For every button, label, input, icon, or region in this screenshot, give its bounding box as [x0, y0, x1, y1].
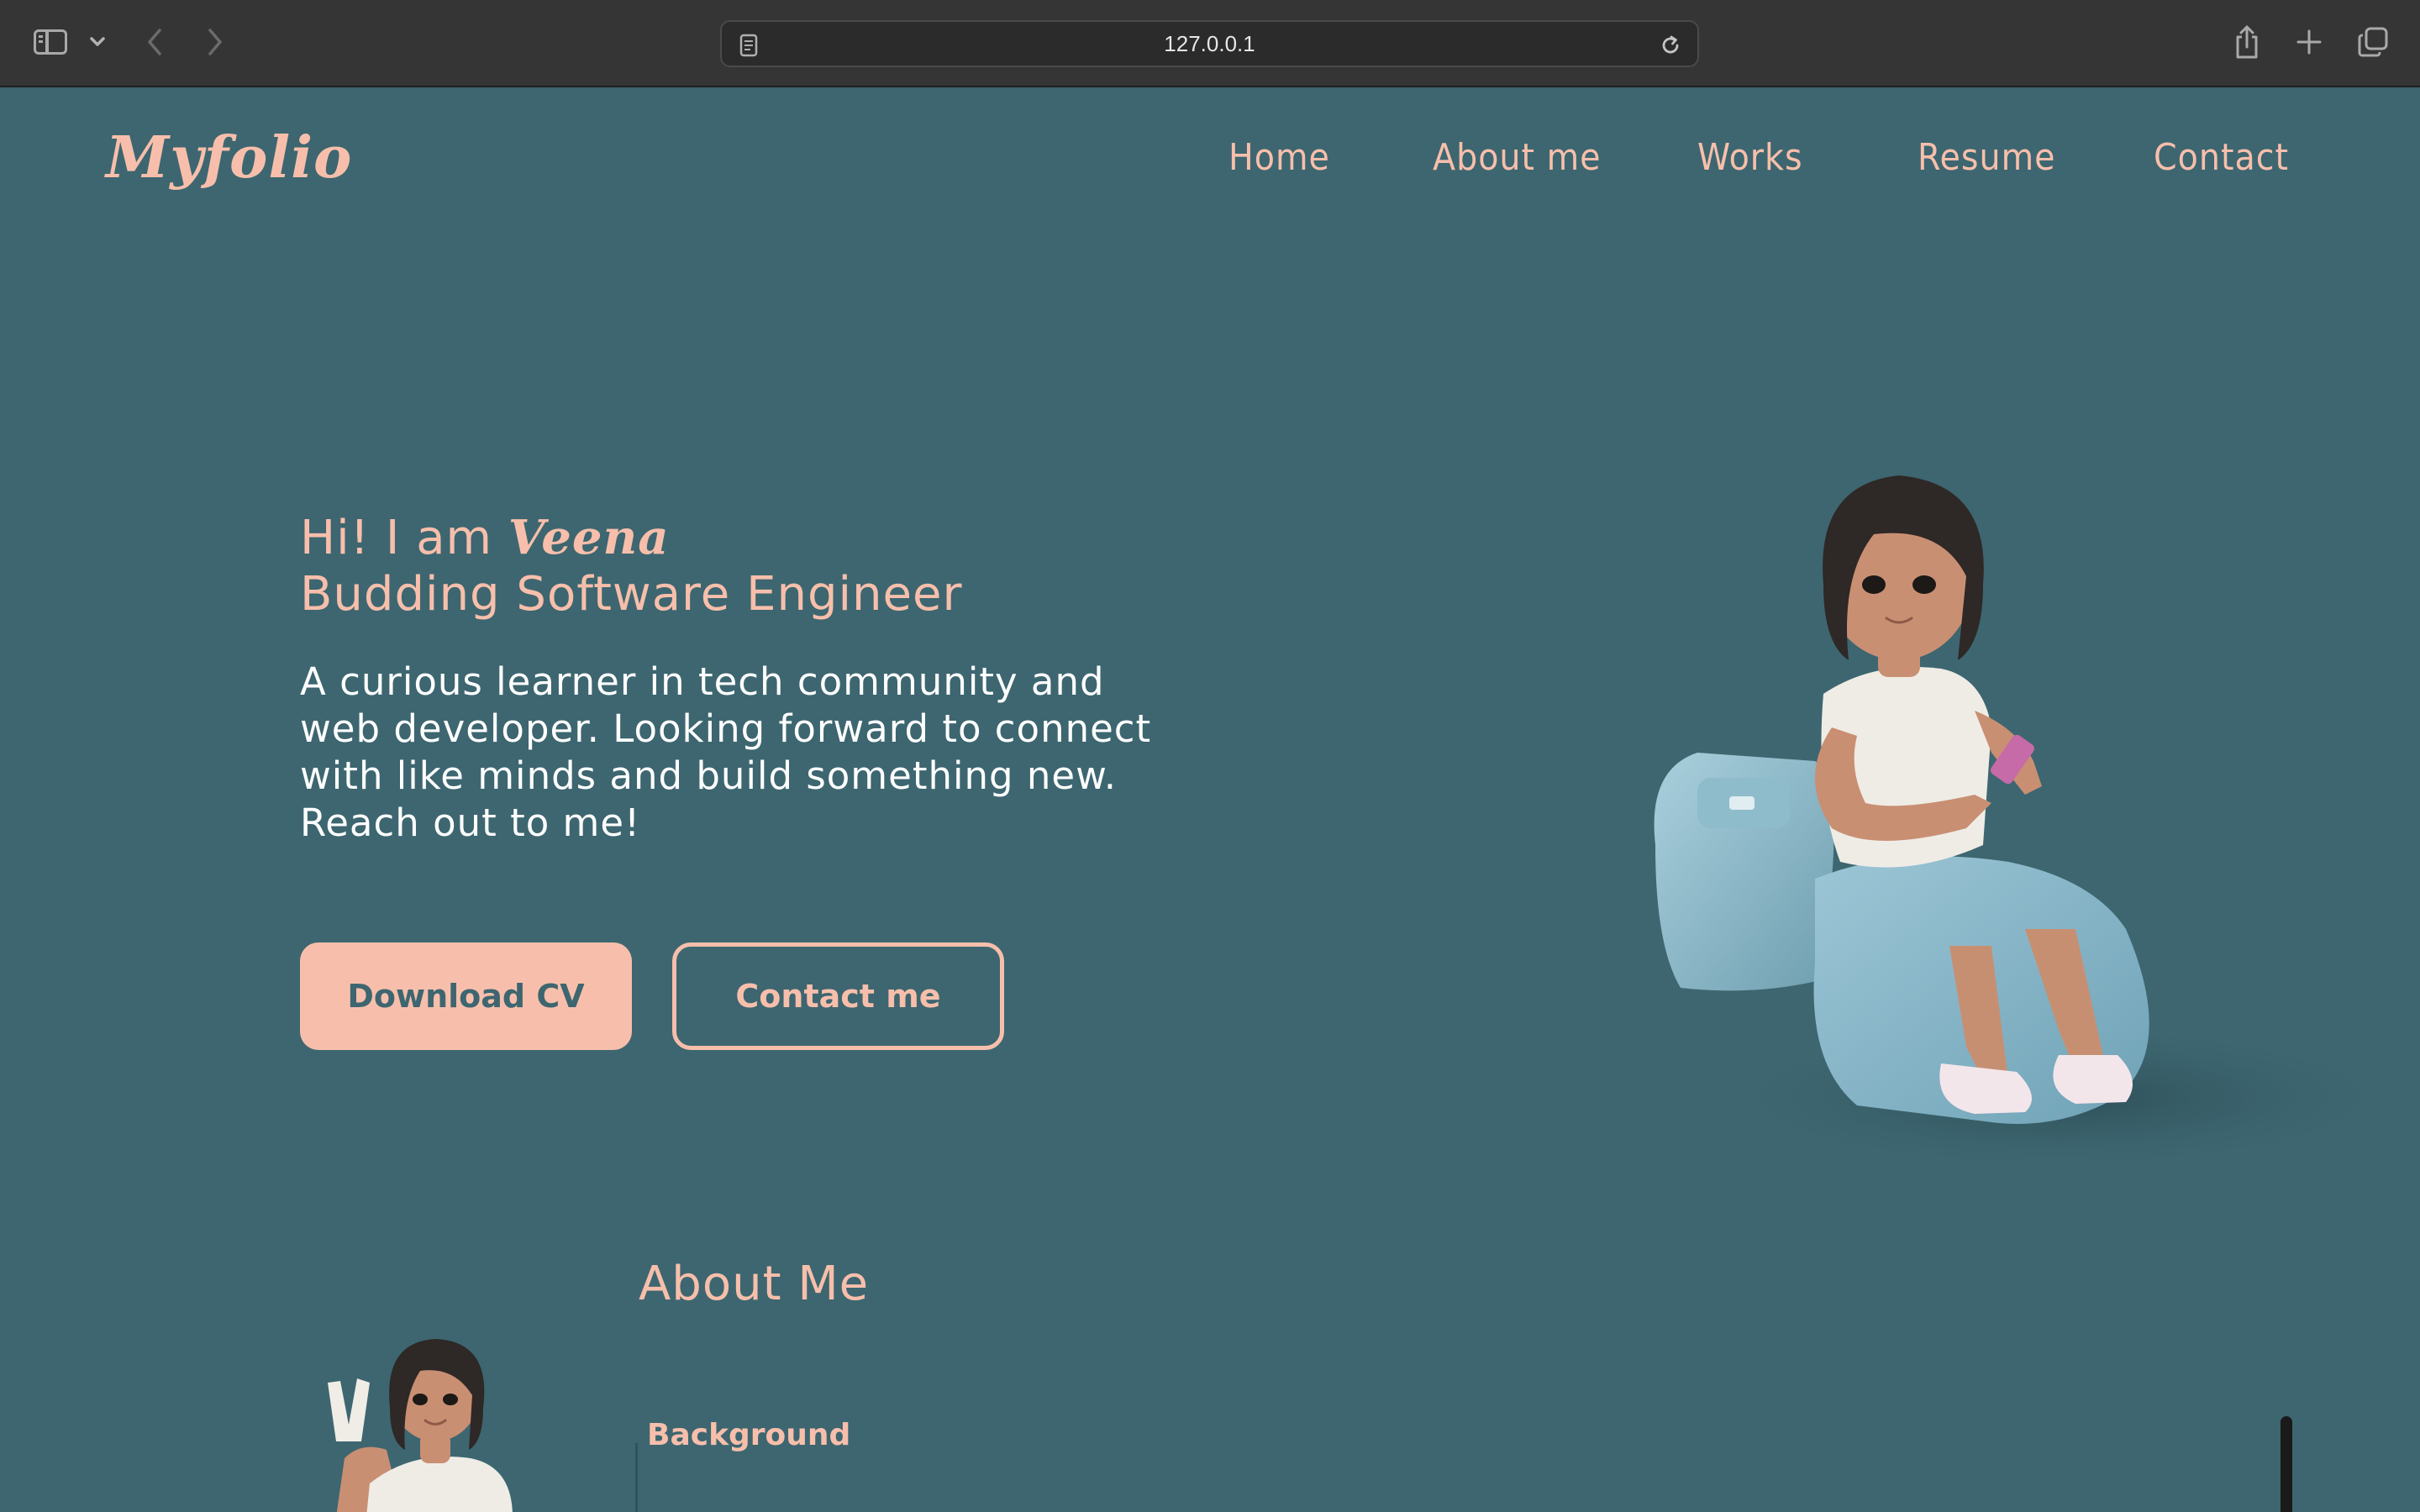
- about-subtitle: Background: [647, 1418, 851, 1452]
- nav-home[interactable]: Home: [1228, 136, 1330, 179]
- greeting-prefix: Hi! I am: [300, 511, 508, 565]
- nav-works[interactable]: Works: [1697, 136, 1803, 179]
- forward-arrow-icon[interactable]: [197, 24, 234, 60]
- about-illustration: [328, 1339, 513, 1512]
- timeline-line: [635, 1443, 638, 1512]
- nav-resume[interactable]: Resume: [1918, 136, 2056, 179]
- about-title: About Me: [639, 1257, 870, 1311]
- hero-name: Veena: [508, 510, 670, 565]
- browser-toolbar: 127.0.0.1: [0, 0, 2420, 87]
- hero-greeting: Hi! I am Veena: [300, 509, 669, 567]
- portfolio-page: Myfolio Home About me Works Resume Conta…: [0, 89, 2420, 1512]
- scrollbar-thumb[interactable]: [2281, 1416, 2292, 1512]
- share-icon[interactable]: [2228, 20, 2265, 64]
- sidebar-toggle-icon[interactable]: [30, 25, 71, 59]
- reload-icon[interactable]: [1655, 30, 1686, 60]
- address-bar[interactable]: 127.0.0.1: [720, 20, 1699, 67]
- new-tab-icon[interactable]: [2291, 22, 2328, 62]
- nav-about-me[interactable]: About me: [1433, 136, 1602, 179]
- hero-description: A curious learner in tech community and …: [300, 659, 1152, 845]
- hero-illustration: [1654, 475, 2378, 1173]
- main-nav: Home About me Works Resume Contact: [0, 136, 2420, 203]
- nav-contact[interactable]: Contact: [2154, 136, 2289, 179]
- contact-me-button[interactable]: Contact me: [672, 942, 1004, 1050]
- hero-role: Budding Software Engineer: [300, 567, 963, 622]
- download-cv-button[interactable]: Download CV: [300, 942, 632, 1050]
- chevron-down-icon[interactable]: [84, 27, 111, 57]
- tab-overview-icon[interactable]: [2353, 22, 2393, 62]
- url-text: 127.0.0.1: [1164, 30, 1255, 56]
- back-arrow-icon[interactable]: [136, 24, 173, 60]
